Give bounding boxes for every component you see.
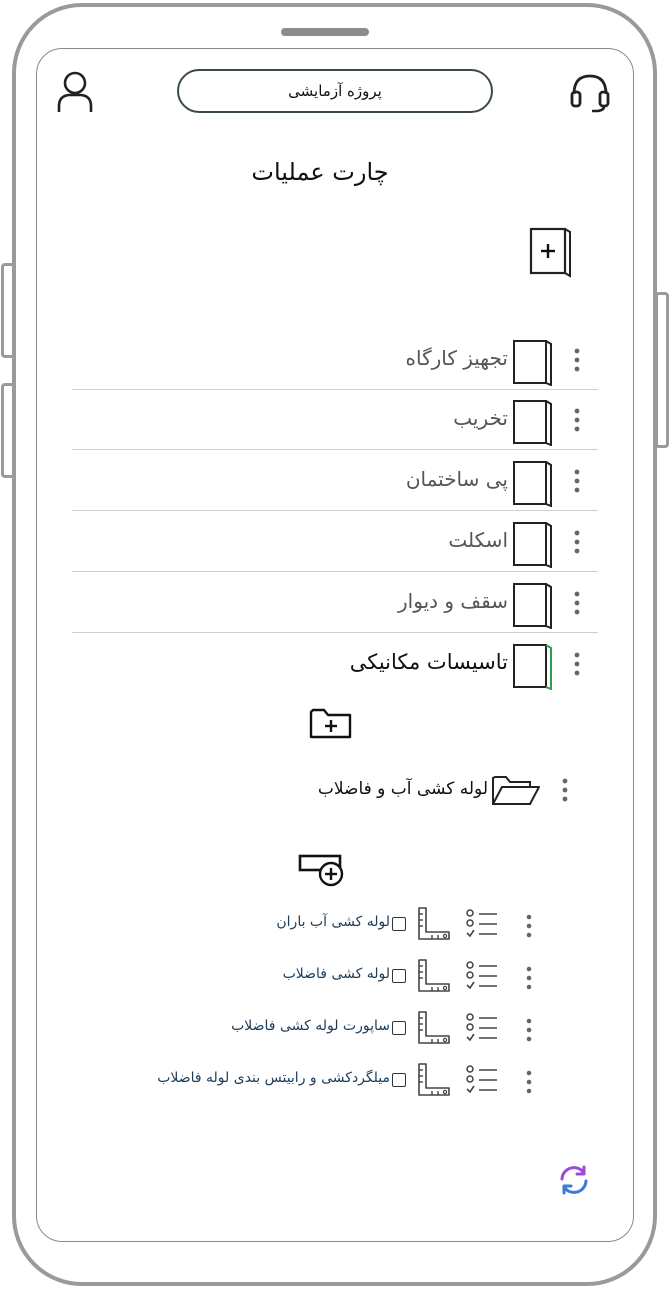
open-folder-icon: [490, 770, 542, 814]
task-row[interactable]: لوله کشی فاضلاب: [120, 958, 540, 998]
project-selector[interactable]: پروژه آزمایشی: [177, 69, 493, 113]
add-document-icon[interactable]: [528, 226, 574, 282]
operation-label: سقف و دیوار: [398, 589, 508, 613]
more-options-icon[interactable]: [572, 406, 582, 438]
more-options-icon[interactable]: [572, 528, 582, 560]
operation-row[interactable]: سقف و دیوار: [72, 573, 598, 633]
checklist-icon[interactable]: [464, 960, 500, 996]
task-label: لوله کشی آب باران: [276, 914, 390, 930]
ruler-icon[interactable]: [416, 1062, 452, 1102]
add-task-icon[interactable]: [298, 852, 348, 892]
task-label: میلگردکشی و رابیتس بندی لوله فاضلاب: [157, 1070, 390, 1086]
more-options-icon[interactable]: [524, 964, 534, 996]
task-checkbox[interactable]: [392, 1021, 406, 1035]
checklist-icon[interactable]: [464, 908, 500, 944]
task-row[interactable]: ساپورت لوله کشی فاضلاب: [120, 1010, 540, 1050]
ruler-icon[interactable]: [416, 906, 452, 946]
page-title: چارت عملیات: [251, 158, 389, 186]
operation-row[interactable]: تاسیسات مکانیکی: [72, 634, 598, 694]
user-icon[interactable]: [56, 70, 94, 118]
operation-row[interactable]: تخریب: [72, 390, 598, 450]
row-divider: [72, 571, 598, 572]
task-row[interactable]: میلگردکشی و رابیتس بندی لوله فاضلاب: [120, 1062, 540, 1102]
row-divider: [72, 449, 598, 450]
row-divider: [72, 632, 598, 633]
phone-side-button-right: [655, 292, 669, 448]
more-options-icon[interactable]: [560, 776, 570, 808]
more-options-icon[interactable]: [524, 1068, 534, 1100]
project-name: پروژه آزمایشی: [288, 82, 382, 100]
document-icon: [512, 581, 554, 633]
task-label: ساپورت لوله کشی فاضلاب: [231, 1018, 390, 1034]
more-options-icon[interactable]: [524, 912, 534, 944]
task-checkbox[interactable]: [392, 917, 406, 931]
operation-row[interactable]: اسکلت: [72, 512, 598, 572]
phone-speaker: [281, 28, 369, 36]
task-checkbox[interactable]: [392, 969, 406, 983]
more-options-icon[interactable]: [572, 467, 582, 499]
refresh-icon[interactable]: [557, 1163, 591, 1201]
checklist-icon[interactable]: [464, 1012, 500, 1048]
operation-label: تاسیسات مکانیکی: [349, 650, 508, 674]
ruler-icon[interactable]: [416, 1010, 452, 1050]
document-icon: [512, 398, 554, 450]
document-icon: [512, 338, 554, 390]
row-divider: [72, 510, 598, 511]
operation-row[interactable]: پی ساختمان: [72, 451, 598, 511]
task-label: لوله کشی فاضلاب: [282, 966, 390, 982]
headset-icon[interactable]: [568, 70, 612, 118]
operation-label: تجهیز کارگاه: [405, 346, 509, 370]
ruler-icon[interactable]: [416, 958, 452, 998]
subfolder-row[interactable]: لوله کشی آب و فاضلاب: [290, 768, 580, 812]
operation-label: تخریب: [453, 406, 508, 430]
task-checkbox[interactable]: [392, 1073, 406, 1087]
more-options-icon[interactable]: [572, 589, 582, 621]
document-icon: [512, 642, 554, 694]
add-folder-icon[interactable]: [308, 705, 354, 745]
subfolder-label: لوله کشی آب و فاضلاب: [317, 779, 488, 799]
more-options-icon[interactable]: [524, 1016, 534, 1048]
document-icon: [512, 520, 554, 572]
operation-label: پی ساختمان: [405, 467, 508, 491]
operation-label: اسکلت: [448, 528, 508, 552]
operation-row[interactable]: تجهیز کارگاه: [72, 330, 598, 390]
checklist-icon[interactable]: [464, 1064, 500, 1100]
task-row[interactable]: لوله کشی آب باران: [120, 906, 540, 946]
document-icon: [512, 459, 554, 511]
more-options-icon[interactable]: [572, 346, 582, 378]
more-options-icon[interactable]: [572, 650, 582, 682]
